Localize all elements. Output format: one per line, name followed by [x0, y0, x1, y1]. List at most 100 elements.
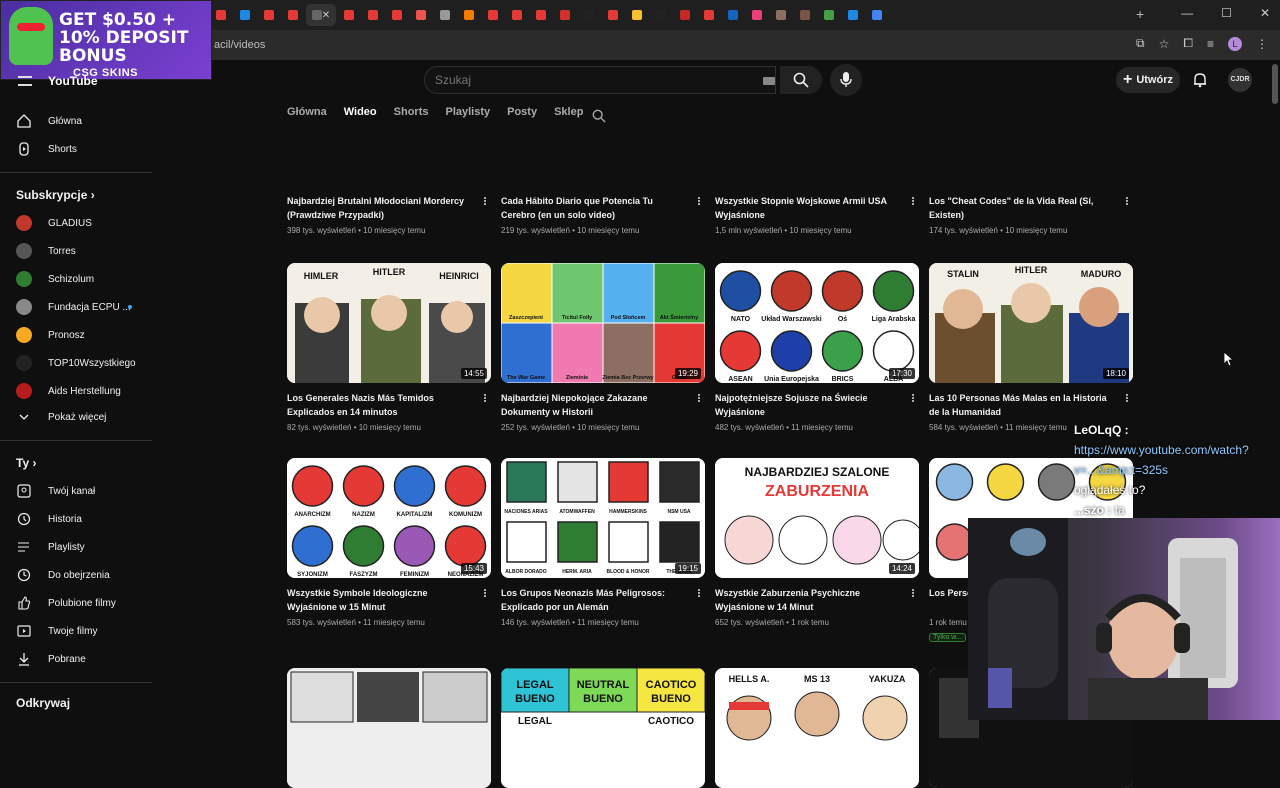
video-title[interactable]: Najpotężniejsze Sojusze na Świecie Wyjaś… [715, 391, 901, 419]
video-thumbnail[interactable]: STALIN HITLER MADURO 18:10 [929, 263, 1133, 383]
video-title[interactable]: Las 10 Personas Más Malas en la Historia… [929, 391, 1115, 419]
browser-tab[interactable] [818, 4, 840, 26]
show-more-button[interactable]: Pokaż więcej [0, 404, 156, 430]
search-input[interactable] [425, 67, 725, 93]
browser-tab[interactable] [866, 4, 888, 26]
more-options-icon[interactable] [911, 588, 915, 600]
sidebar-item-subscription[interactable]: GLADIUS [0, 210, 156, 236]
browser-tab[interactable] [434, 4, 456, 26]
browser-tab[interactable] [554, 4, 576, 26]
sidebar-item-home[interactable]: Główna [0, 108, 156, 134]
profile-avatar[interactable]: L [1228, 36, 1242, 51]
browser-tab[interactable] [770, 4, 792, 26]
video-title[interactable]: Wszystkie Zaburzenia Psychiczne Wyjaśnio… [715, 586, 901, 614]
browser-tab[interactable] [410, 4, 432, 26]
video-title[interactable]: Najbardziej Niepokojące Zakazane Dokumen… [501, 391, 687, 419]
notifications-button[interactable] [1192, 72, 1208, 93]
sidebar-item-subscription[interactable]: Schizolum [0, 266, 156, 292]
more-options-icon[interactable] [483, 588, 487, 600]
video-thumbnail[interactable]: LEGAL BUENO NEUTRAL BUENO CAOTICO BUENO LEGAL C… [501, 668, 705, 788]
channel-tab[interactable]: Posty [507, 106, 537, 126]
channel-tab[interactable]: Wideo [344, 106, 377, 126]
minimize-icon[interactable]: — [1181, 6, 1193, 20]
more-options-icon[interactable] [483, 393, 487, 405]
browser-tab[interactable]: ✕ [306, 4, 336, 26]
browser-tab[interactable] [386, 4, 408, 26]
close-icon[interactable]: ✕ [1260, 6, 1270, 20]
video-title[interactable]: Wszystkie Symbole Ideologiczne Wyjaśnion… [287, 586, 473, 614]
video-thumbnail[interactable]: NACIONES ARIAS ATOMWAFFEN HAMMERSKINS NSM U… [501, 458, 705, 578]
create-button[interactable]: + Utwórz [1116, 67, 1180, 93]
video-thumbnail[interactable]: HIMLER HITLER HEINRICI 14:55 [287, 263, 491, 383]
sidebar-item-like[interactable]: Polubione filmy [0, 590, 156, 616]
subscriptions-heading[interactable]: Subskrypcje › [16, 188, 95, 202]
voice-search-button[interactable] [830, 64, 862, 96]
video-thumbnail[interactable] [287, 668, 491, 788]
more-options-icon[interactable] [1125, 393, 1129, 405]
url-field[interactable]: acil/videos [214, 39, 265, 51]
sidebar-item-watch-later[interactable]: Do obejrzenia [0, 562, 156, 588]
channel-tab[interactable]: Playlisty [445, 106, 490, 126]
browser-tab[interactable] [842, 4, 864, 26]
video-title[interactable]: Los Grupos Neonazis Más Peligrosos: Expl… [501, 586, 687, 614]
menu-hamburger-icon[interactable] [18, 76, 32, 86]
channel-tab[interactable]: Shorts [394, 106, 429, 126]
video-title[interactable]: Najbardziej Brutalni Młodociani Mordercy… [287, 196, 473, 222]
video-thumbnail[interactable]: 16:38 [929, 68, 1133, 188]
browser-tab[interactable] [482, 4, 504, 26]
browser-tab[interactable] [282, 4, 304, 26]
browser-tab[interactable] [626, 4, 648, 26]
video-title[interactable]: Wszystkie Stopnie Wojskowe Armii USA Wyj… [715, 196, 901, 222]
sidebar-item-playlist[interactable]: Playlisty [0, 534, 156, 560]
sidebar-item-download[interactable]: Pobrane [0, 646, 156, 672]
media-controls-icon[interactable]: ≡ [1207, 37, 1214, 51]
sidebar-item-subscription[interactable]: TOP10Wszystkiego [0, 350, 156, 376]
channel-search-button[interactable] [592, 109, 606, 128]
search-button[interactable] [780, 66, 822, 94]
sidebar-item-shorts[interactable]: Shorts [0, 136, 156, 162]
browser-tab[interactable] [602, 4, 624, 26]
browser-tab[interactable] [210, 4, 232, 26]
browser-tab[interactable] [650, 4, 672, 26]
sidebar-item-subscription[interactable]: Torres [0, 238, 156, 264]
sidebar-item-channel[interactable]: Twój kanał [0, 478, 156, 504]
new-tab-button[interactable]: + [1136, 6, 1144, 22]
browser-tab[interactable] [258, 4, 280, 26]
browser-tab[interactable] [458, 4, 480, 26]
sidebar-item-subscription[interactable]: Aids Herstellung [0, 378, 156, 404]
chat-link[interactable]: https://www.youtube.com/watch?v=...&amp;… [1074, 443, 1249, 477]
account-avatar[interactable]: CJDR [1228, 68, 1252, 92]
browser-tab[interactable] [362, 4, 384, 26]
more-options-icon[interactable] [911, 393, 915, 405]
bookmark-star-icon[interactable]: ☆ [1159, 37, 1170, 51]
browser-tab[interactable] [338, 4, 360, 26]
browser-tab[interactable] [722, 4, 744, 26]
video-thumbnail[interactable]: ANARCHIZM NAZIZM KAPITALIZM KOMUNIZM SYJONIZ… [287, 458, 491, 578]
tab-close-icon[interactable]: ✕ [322, 10, 330, 21]
sidebar-item-subscription[interactable]: Fundacja ECPU ... [0, 294, 156, 320]
more-options-icon[interactable] [483, 196, 487, 208]
keyboard-icon[interactable] [763, 77, 775, 85]
browser-tab[interactable] [674, 4, 696, 26]
sidebar-item-your-videos[interactable]: Twoje filmy [0, 618, 156, 644]
browser-tab[interactable] [698, 4, 720, 26]
sidebar-item-history[interactable]: Historia [0, 506, 156, 532]
more-options-icon[interactable] [697, 588, 701, 600]
browser-tab[interactable] [234, 4, 256, 26]
video-thumbnail[interactable]: HELLS A. MS 13 YAKUZA [715, 668, 919, 788]
maximize-icon[interactable]: ☐ [1221, 6, 1232, 20]
install-app-icon[interactable]: ⧉ [1136, 36, 1145, 51]
browser-tab[interactable] [578, 4, 600, 26]
video-thumbnail[interactable]: NAJBARDZIEJ SZALONE ZABURZENIA 14:24 [715, 458, 919, 578]
channel-tab[interactable]: Główna [287, 106, 327, 126]
more-options-icon[interactable] [697, 393, 701, 405]
video-thumbnail[interactable]: NATO Układ Warszawski Oś Liga Arabska ASEAN U… [715, 263, 919, 383]
more-options-icon[interactable] [911, 196, 915, 208]
browser-tab[interactable] [746, 4, 768, 26]
browser-menu-icon[interactable]: ⋮ [1256, 37, 1268, 51]
extensions-icon[interactable]: ⧠ [1183, 36, 1193, 51]
channel-tab[interactable]: Sklep [554, 106, 583, 126]
you-heading[interactable]: Ty › [16, 456, 36, 470]
video-title[interactable]: Los Generales Nazis Más Temidos Explicad… [287, 391, 473, 419]
browser-tab[interactable] [506, 4, 528, 26]
